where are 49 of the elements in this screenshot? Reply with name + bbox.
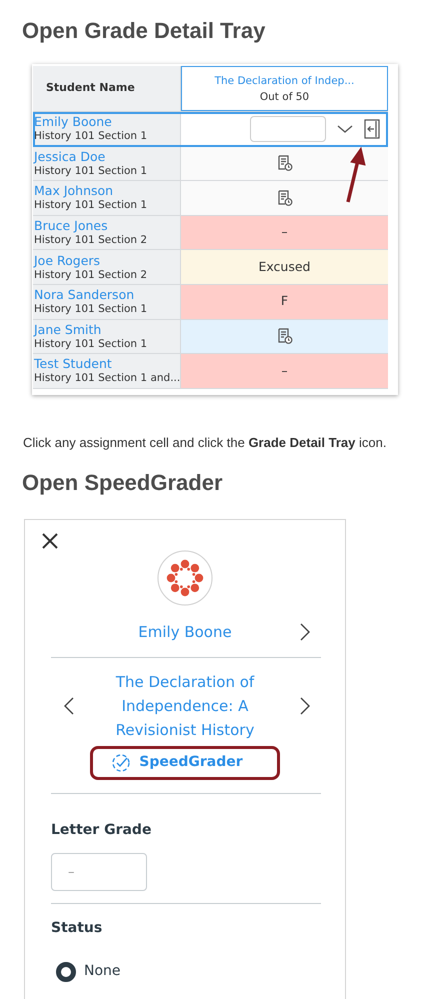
section-label: History 101 Section 2 [34,233,148,248]
column-header: Student Name [45,80,135,96]
speedgrader-icon [111,752,132,773]
section-label: History 101 Section 1 [34,302,148,316]
field-label: Letter Grade [51,821,152,840]
grade-cell[interactable]: – [181,216,388,250]
grade-cell[interactable]: F [181,284,388,319]
section-label: History 101 Section 2 [34,268,148,282]
student-link[interactable]: Jane Smith [34,322,180,337]
chevron-left-icon[interactable] [63,696,75,716]
section-label: History 101 Section 1 [34,164,148,178]
grade-cell[interactable]: – [181,354,388,388]
document-clock-icon [276,155,292,172]
student-link[interactable]: Bruce Jones [34,218,180,234]
student-link[interactable]: Max Johnson [34,183,180,198]
student-link[interactable]: Emily Boone [85,620,285,644]
assignment-link[interactable]: The Declaration of Independence: A Revisionist History [85,670,285,742]
grade-cell[interactable] [181,146,388,180]
student-link[interactable]: Emily Boone [34,114,180,130]
document-clock-icon [276,328,292,344]
chevron-right-icon[interactable] [299,696,311,716]
grade-input[interactable] [250,116,326,142]
section-label: History 101 Section 1 [34,129,148,144]
section-label: History 101 Section 1 [34,336,148,351]
section-label: History 101 Section 1 and... [34,371,180,386]
instruction-text: Click any assignment cell and click the Grade Detail Tray icon. [23,434,388,452]
close-icon[interactable] [41,532,59,550]
field-label: Status [51,919,104,938]
option-label: None [84,962,121,982]
points-label: Out of 50 [260,90,310,104]
chevron-down-icon[interactable] [336,122,354,135]
student-link[interactable]: Test Student [34,356,180,372]
section-heading: Open Grade Detail Tray [22,18,266,44]
letter-grade-field[interactable]: – [51,853,147,892]
chevron-right-icon[interactable] [299,622,311,642]
speedgrader-button[interactable]: SpeedGrader [90,746,280,780]
grade-cell[interactable]: Excused [181,250,388,284]
avatar-icon [157,550,213,606]
student-link[interactable]: Jessica Doe [34,148,180,164]
panel-arrow-icon[interactable] [364,118,380,139]
document-clock-icon [276,190,292,206]
grade-cell[interactable] [181,320,388,354]
student-link[interactable]: Nora Sanderson [34,287,180,302]
grade-cell[interactable] [181,181,388,215]
radio-button[interactable] [56,962,76,982]
section-label: History 101 Section 1 [34,198,148,212]
student-link[interactable]: Joe Rogers [34,252,180,268]
section-heading: Open SpeedGrader [22,470,224,496]
assignment-link[interactable]: The Declaration of Indep... [214,72,354,88]
